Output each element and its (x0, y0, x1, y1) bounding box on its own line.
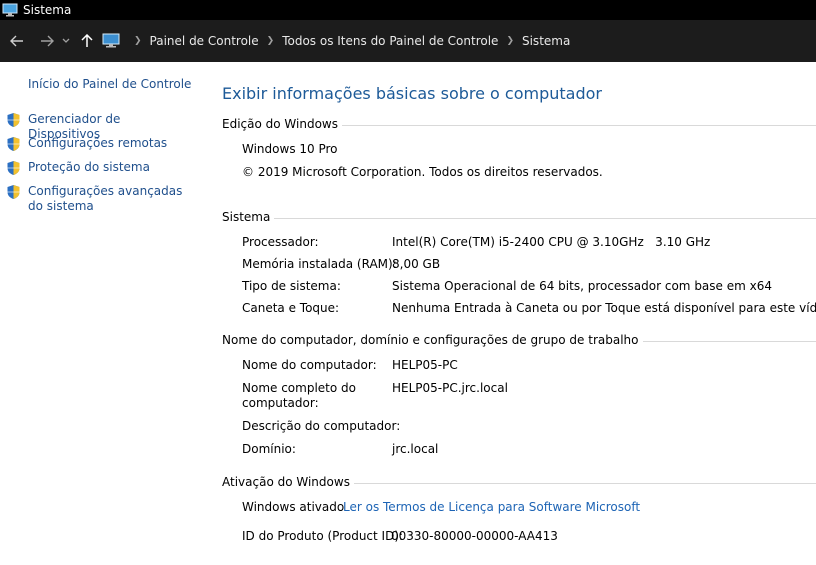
section-heading: Ativação do Windows (222, 475, 350, 489)
shield-icon (7, 185, 20, 199)
domain-value: jrc.local (392, 442, 439, 456)
computer-name-value: HELP05-PC (392, 358, 458, 372)
title-bar: Sistema (0, 0, 816, 20)
chevron-right-icon: ❯ (266, 36, 275, 46)
section-heading: Nome do computador, domínio e configuraç… (222, 333, 639, 347)
section-system: Sistema (222, 210, 816, 224)
up-button[interactable] (76, 30, 98, 52)
divider (341, 124, 816, 126)
shield-icon (7, 161, 20, 175)
activation-status: Windows ativado (242, 500, 345, 514)
monitor-icon (2, 3, 18, 17)
breadcrumb-system[interactable]: Sistema (522, 34, 570, 48)
full-computer-name-label: Nome completo do computador: (242, 381, 356, 410)
chevron-right-icon: ❯ (506, 36, 514, 46)
sidebar-home-link[interactable]: Início do Painel de Controle (28, 77, 191, 91)
breadcrumb-all-items[interactable]: Todos os Itens do Painel de Controle (282, 34, 498, 48)
processor-value: Intel(R) Core(TM) i5-2400 CPU @ 3.10GHz … (392, 235, 711, 249)
copyright-text: © 2019 Microsoft Corporation. Todos os d… (242, 165, 603, 179)
computer-description-label: Descrição do computador: (242, 419, 401, 433)
shield-icon (7, 137, 20, 151)
back-arrow-icon (10, 35, 23, 47)
content-area: Início do Painel de Controle Gerenciador… (0, 62, 816, 565)
system-type-value: Sistema Operacional de 64 bits, processa… (392, 279, 772, 293)
navigation-bar: ❯ Painel de Controle ❯ Todos os Itens do… (0, 20, 816, 62)
forward-arrow-icon (41, 35, 54, 47)
edition-name: Windows 10 Pro (242, 142, 338, 156)
sidebar-item-label: Configurações remotas (28, 136, 168, 150)
sidebar-item-system-protection[interactable]: Proteção do sistema (6, 160, 196, 176)
license-terms-link[interactable]: Ler os Termos de Licença para Software M… (343, 500, 640, 514)
forward-button[interactable] (36, 30, 58, 52)
monitor-icon (102, 33, 120, 48)
sidebar-item-remote-settings[interactable]: Configurações remotas (6, 136, 196, 152)
section-edition: Edição do Windows (222, 117, 816, 131)
product-id-value: 00330-80000-00000-AA413 (391, 529, 558, 543)
product-id-label: ID do Produto (Product ID): (242, 529, 404, 543)
section-computer-name: Nome do computador, domínio e configuraç… (222, 333, 816, 347)
section-heading: Sistema (222, 210, 271, 224)
processor-label: Processador: (242, 235, 319, 249)
sidebar-item-label: Configurações avançadas do sistema (28, 184, 183, 213)
address-bar[interactable]: ❯ Painel de Controle ❯ Todos os Itens do… (102, 28, 816, 54)
recent-locations-button[interactable] (58, 30, 74, 52)
divider (642, 340, 816, 342)
domain-label: Domínio: (242, 442, 296, 456)
shield-icon (7, 113, 20, 127)
ram-label: Memória instalada (RAM): (242, 257, 397, 271)
page-title: Exibir informações básicas sobre o compu… (222, 84, 602, 103)
up-arrow-icon (81, 34, 93, 47)
section-heading: Edição do Windows (222, 117, 338, 131)
chevron-down-icon (62, 38, 70, 43)
full-computer-name-value: HELP05-PC.jrc.local (392, 381, 508, 395)
chevron-right-icon: ❯ (134, 36, 142, 46)
sidebar: Início do Painel de Controle Gerenciador… (0, 62, 210, 565)
pen-touch-label: Caneta e Toque: (242, 301, 340, 315)
divider (274, 217, 816, 219)
breadcrumb-control-panel[interactable]: Painel de Controle (150, 34, 259, 48)
computer-name-label: Nome do computador: (242, 358, 377, 372)
sidebar-item-advanced-settings[interactable]: Configurações avançadas do sistema (6, 184, 196, 214)
back-button[interactable] (6, 30, 28, 52)
ram-value: 8,00 GB (392, 257, 441, 271)
sidebar-item-label: Proteção do sistema (28, 160, 150, 174)
section-activation: Ativação do Windows (222, 475, 816, 489)
system-type-label: Tipo de sistema: (242, 279, 341, 293)
divider (353, 482, 816, 484)
window-title: Sistema (23, 3, 72, 17)
pen-touch-value: Nenhuma Entrada à Caneta ou por Toque es… (392, 301, 816, 315)
